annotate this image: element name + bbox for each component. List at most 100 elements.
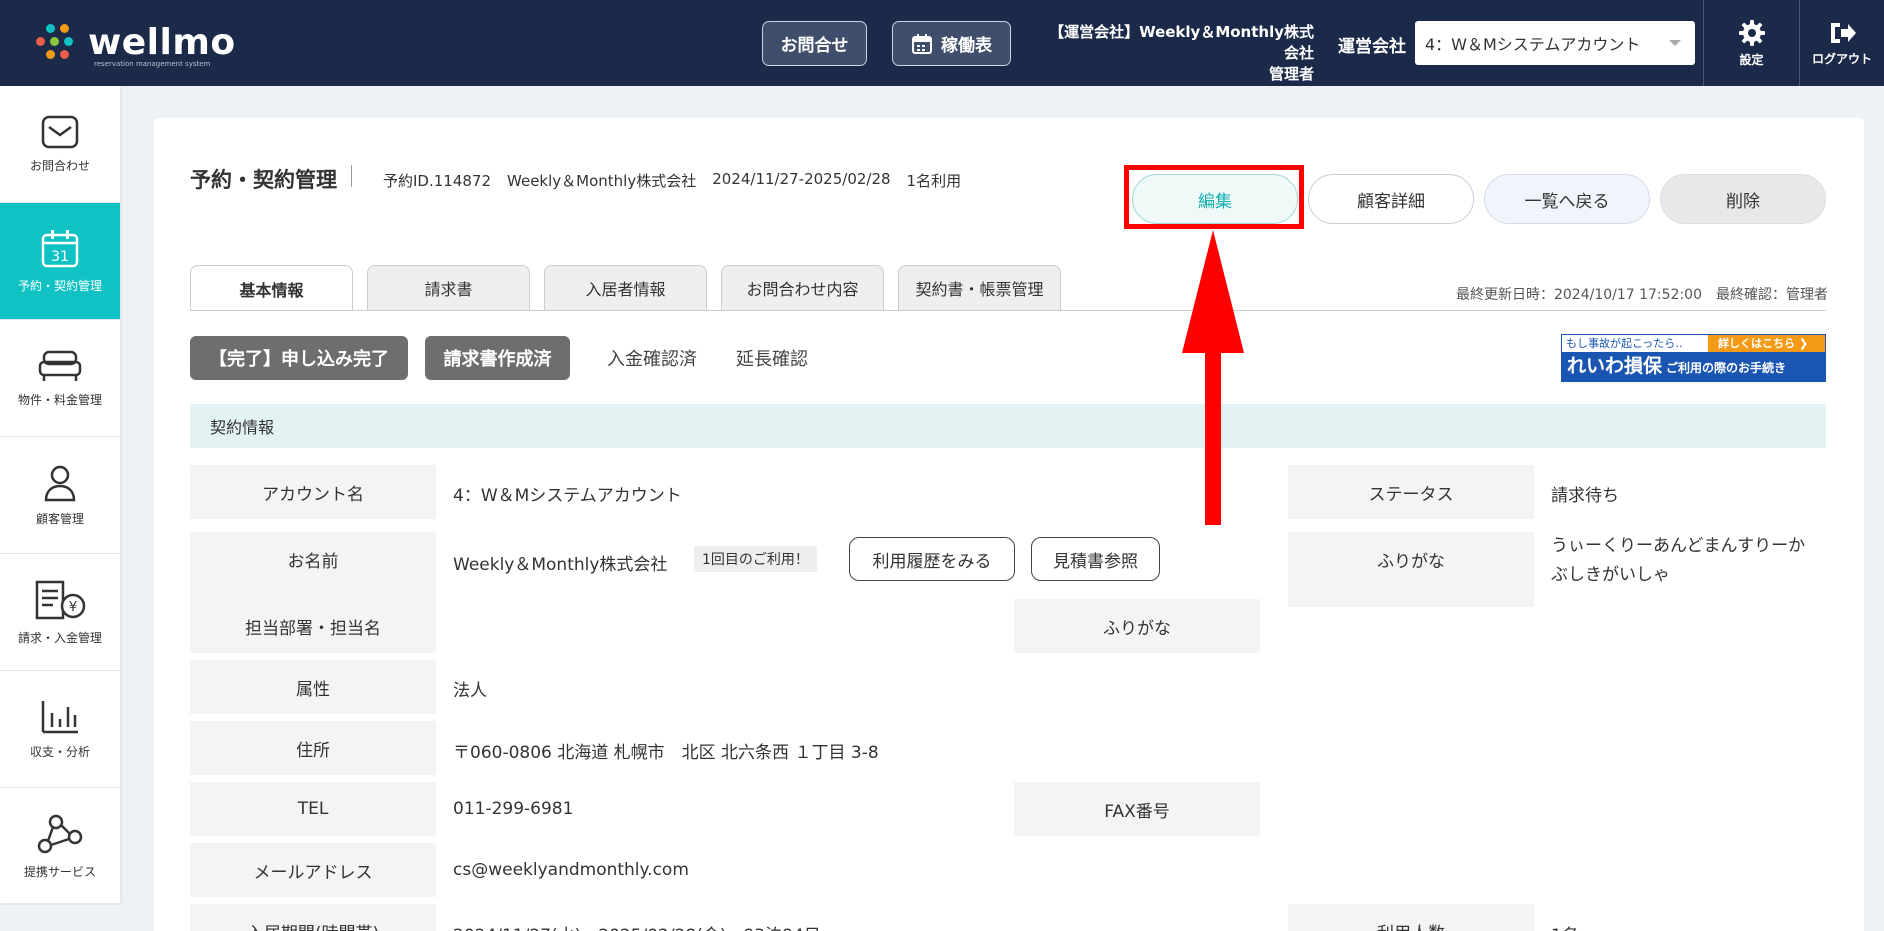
envelope-icon <box>41 115 79 148</box>
tel-label: TEL <box>190 782 436 836</box>
main-panel: 予約・契約管理 予約ID.114872 Weekly＆Monthly株式会社 2… <box>154 118 1864 931</box>
kana-value-line1: うぃーくりーあんどまんすりーか <box>1551 536 1806 556</box>
schedule-button[interactable]: 稼働表 <box>892 21 1011 66</box>
address-value: 〒060-0806 北海道 札幌市 北区 北六条西 １丁目 3-8 <box>453 743 879 763</box>
delete-button[interactable]: 削除 <box>1660 174 1826 224</box>
sidebar-item-property[interactable]: 物件・料金管理 <box>0 320 120 437</box>
delete-button-label: 削除 <box>1726 191 1760 212</box>
bed-icon <box>38 350 82 381</box>
reservation-id: 予約ID.114872 <box>383 172 492 190</box>
status-application-complete: 【完了】申し込み完了 <box>190 336 408 380</box>
sidebar-item-partner[interactable]: 提携サービス <box>0 788 120 905</box>
status-label: ステータス <box>1288 465 1534 519</box>
period-value: 2024/11/27(水) 2025/02/28(金) 93泊94日 <box>453 921 821 931</box>
svg-text:¥: ¥ <box>69 600 77 615</box>
logo-dots-icon <box>32 20 82 66</box>
name-label: お名前 <box>190 532 436 607</box>
reservation-persons: 1名利用 <box>906 172 962 190</box>
contact-button[interactable]: お問合せ <box>762 21 867 66</box>
last-updated: 最終更新日時：2024/10/17 17:52:00 最終確認：管理者 <box>1455 287 1828 303</box>
wellmo-logo[interactable]: wellmo reservation management system <box>32 20 236 68</box>
sidebar-item-label: 予約・契約管理 <box>17 278 102 293</box>
tab-label: お問合わせ内容 <box>746 280 859 299</box>
bar-chart-icon <box>41 700 78 733</box>
attribute-label: 属性 <box>190 660 436 714</box>
tab-basic-info[interactable]: 基本情報 <box>190 265 353 311</box>
section-heading: 契約情報 <box>190 404 1826 448</box>
banner-top-right: 詳しくはこちら ❯ <box>1708 335 1825 352</box>
sidebar: お問合わせ 31 予約・契約管理 物件・料金管理 顧客管理 ¥ 請求・入金管理 … <box>0 86 120 905</box>
usage-history-button[interactable]: 利用履歴をみる <box>849 537 1015 581</box>
account-name-value: 4：W＆Mシステムアカウント <box>453 486 682 506</box>
tab-contract-docs[interactable]: 契約書・帳票管理 <box>898 265 1061 310</box>
fax-label: FAX番号 <box>1014 782 1260 836</box>
section-title: 契約情報 <box>210 418 275 437</box>
sidebar-item-label: 請求・入金管理 <box>17 630 102 645</box>
company-info: 【運営会社】Weekly＆Monthly株式会社 管理者 <box>1038 22 1314 85</box>
settings-button[interactable]: 設定 <box>1703 0 1799 86</box>
kana-value: うぃーくりーあんどまんすりーか ぶしきがいしゃ <box>1551 532 1831 590</box>
status-invoice-created: 請求書作成済 <box>425 336 570 380</box>
banner-brand: れいわ損保 <box>1567 355 1663 377</box>
tel-value: 011-299-6981 <box>453 799 574 819</box>
contact-button-label: お問合せ <box>780 36 849 56</box>
sidebar-item-customer[interactable]: 顧客管理 <box>0 437 120 554</box>
name-value: Weekly＆Monthly株式会社 <box>453 555 668 575</box>
banner-top-left: もし事故が起こったら‥ <box>1566 337 1683 350</box>
logout-label: ログアウト <box>1811 51 1872 66</box>
sidebar-item-billing[interactable]: ¥ 請求・入金管理 <box>0 554 120 671</box>
department-kana-label: ふりがな <box>1014 599 1260 653</box>
status-value: 請求待ち <box>1551 486 1619 506</box>
tab-label: 請求書 <box>424 280 473 299</box>
back-to-list-label: 一覧へ戻る <box>1524 191 1610 212</box>
status-extension-check: 延長確認 <box>727 336 817 380</box>
status-label: 入金確認済 <box>607 349 697 370</box>
operator-label: 運営会社 <box>1338 37 1406 57</box>
tab-underline <box>190 310 1826 311</box>
account-name-label: アカウント名 <box>190 465 436 519</box>
sidebar-item-inquiry[interactable]: お問合わせ <box>0 86 120 203</box>
logo-subtitle: reservation management system <box>94 60 211 68</box>
sidebar-item-reservation[interactable]: 31 予約・契約管理 <box>0 203 120 320</box>
status-label: 【完了】申し込み完了 <box>209 349 389 370</box>
back-to-list-button[interactable]: 一覧へ戻る <box>1484 174 1650 224</box>
status-row: 【完了】申し込み完了 請求書作成済 入金確認済 延長確認 <box>190 336 817 380</box>
address-label: 住所 <box>190 721 436 775</box>
period-label: 入居期間(時間帯) <box>190 904 436 931</box>
insurance-banner[interactable]: もし事故が起こったら‥ 詳しくはこちら ❯ れいわ損保 ご利用の際のお手続き <box>1561 334 1826 382</box>
settings-label: 設定 <box>1739 52 1764 67</box>
sidebar-item-label: お問合わせ <box>29 158 90 173</box>
users-label: 利用人数 <box>1288 904 1534 931</box>
estimate-button[interactable]: 見積書参照 <box>1031 537 1160 581</box>
banner-sub: ご利用の際のお手続き <box>1666 361 1787 375</box>
schedule-button-label: 稼働表 <box>941 36 992 56</box>
tab-resident-info[interactable]: 入居者情報 <box>544 265 707 310</box>
attribute-value: 法人 <box>453 681 487 701</box>
reservation-meta: 予約ID.114872 Weekly＆Monthly株式会社 2024/11/2… <box>383 170 961 191</box>
company-name: 【運営会社】Weekly＆Monthly株式会社 <box>1049 23 1314 62</box>
network-icon <box>37 814 83 853</box>
tab-invoice[interactable]: 請求書 <box>367 265 530 310</box>
top-header: wellmo reservation management system お問合… <box>0 0 1884 86</box>
status-label: 請求書作成済 <box>443 349 552 370</box>
sidebar-item-label: 物件・料金管理 <box>17 392 102 407</box>
user-role: 管理者 <box>1268 65 1314 83</box>
operator-select[interactable]: 4：W＆Mシステムアカウント <box>1415 21 1695 65</box>
email-value: cs@weeklyandmonthly.com <box>453 860 689 880</box>
tab-inquiry-content[interactable]: お問合わせ内容 <box>721 265 884 310</box>
logout-button[interactable]: ログアウト <box>1799 0 1884 86</box>
first-use-badge: 1回目のご利用！ <box>694 546 817 572</box>
reservation-period: 2024/11/27-2025/02/28 <box>712 170 891 188</box>
kana-value-line2: ぶしきがいしゃ <box>1551 565 1670 585</box>
sidebar-item-label: 提携サービス <box>23 864 96 879</box>
usage-history-label: 利用履歴をみる <box>872 551 992 572</box>
logo-text: wellmo <box>88 22 236 63</box>
customer-detail-button[interactable]: 顧客詳細 <box>1308 174 1474 224</box>
banner-main: れいわ損保 ご利用の際のお手続き <box>1561 353 1826 382</box>
tab-label: 基本情報 <box>239 280 304 300</box>
gear-icon <box>1738 19 1765 46</box>
tab-label: 契約書・帳票管理 <box>915 280 1044 299</box>
chevron-down-icon <box>1669 40 1681 46</box>
sidebar-item-analytics[interactable]: 収支・分析 <box>0 671 120 788</box>
operator-select-value: 4：W＆Mシステムアカウント <box>1425 35 1641 54</box>
